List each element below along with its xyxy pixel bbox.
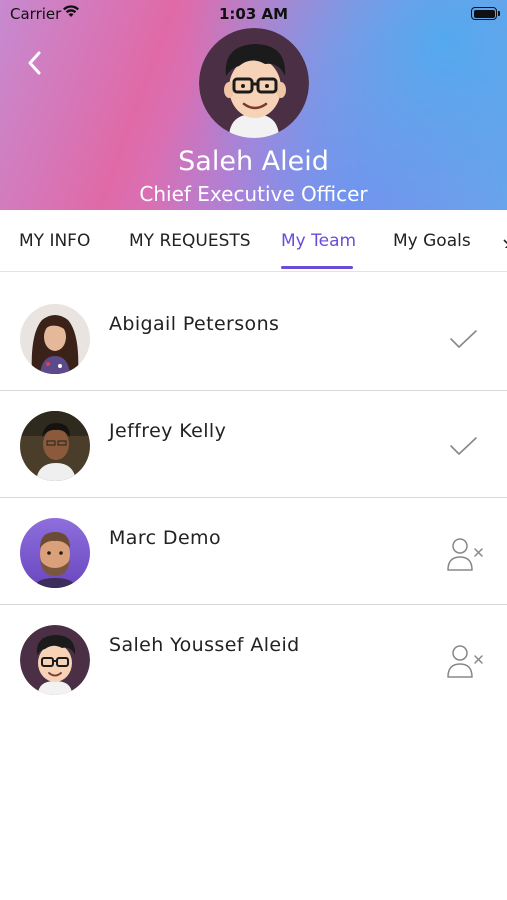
profile-header: Carrier 1:03 AM Saleh Aleid Chief Execut… xyxy=(0,0,507,210)
active-tab-indicator xyxy=(281,266,353,269)
status-bar: Carrier 1:03 AM xyxy=(0,0,507,28)
tab-my-team[interactable]: My Team xyxy=(281,231,356,251)
profile-name: Saleh Aleid xyxy=(178,146,329,177)
checkmark-icon[interactable] xyxy=(446,429,486,465)
checkmark-icon[interactable] xyxy=(446,322,486,358)
avatar xyxy=(20,518,90,588)
profile-avatar xyxy=(199,28,309,138)
team-member-row[interactable]: Marc Demo xyxy=(0,498,507,605)
profile-role: Chief Executive Officer xyxy=(139,182,368,206)
battery-icon xyxy=(471,7,500,20)
tab-bar: MY INFO MY REQUESTS My Team My Goals xyxy=(0,210,507,272)
tab-my-requests[interactable]: MY REQUESTS xyxy=(129,231,251,251)
remove-user-icon[interactable] xyxy=(446,643,486,679)
status-time: 1:03 AM xyxy=(218,5,289,23)
member-name: Saleh Youssef Aleid xyxy=(109,634,300,656)
member-name: Marc Demo xyxy=(109,527,221,549)
avatar xyxy=(20,411,90,481)
team-member-row[interactable]: Saleh Youssef Aleid xyxy=(0,605,507,712)
tab-my-info[interactable]: MY INFO xyxy=(19,231,90,251)
member-name: Abigail Petersons xyxy=(109,313,280,335)
remove-user-icon[interactable] xyxy=(446,536,486,572)
avatar xyxy=(20,304,90,374)
tab-overflow-chevron-icon[interactable] xyxy=(502,236,507,248)
chevron-left-icon xyxy=(28,51,41,75)
avatar xyxy=(20,625,90,695)
team-member-row[interactable]: Abigail Petersons xyxy=(0,284,507,391)
team-member-row[interactable]: Jeffrey Kelly xyxy=(0,391,507,498)
tab-my-goals[interactable]: My Goals xyxy=(393,231,471,251)
back-button[interactable] xyxy=(20,48,50,78)
member-name: Jeffrey Kelly xyxy=(109,420,227,442)
